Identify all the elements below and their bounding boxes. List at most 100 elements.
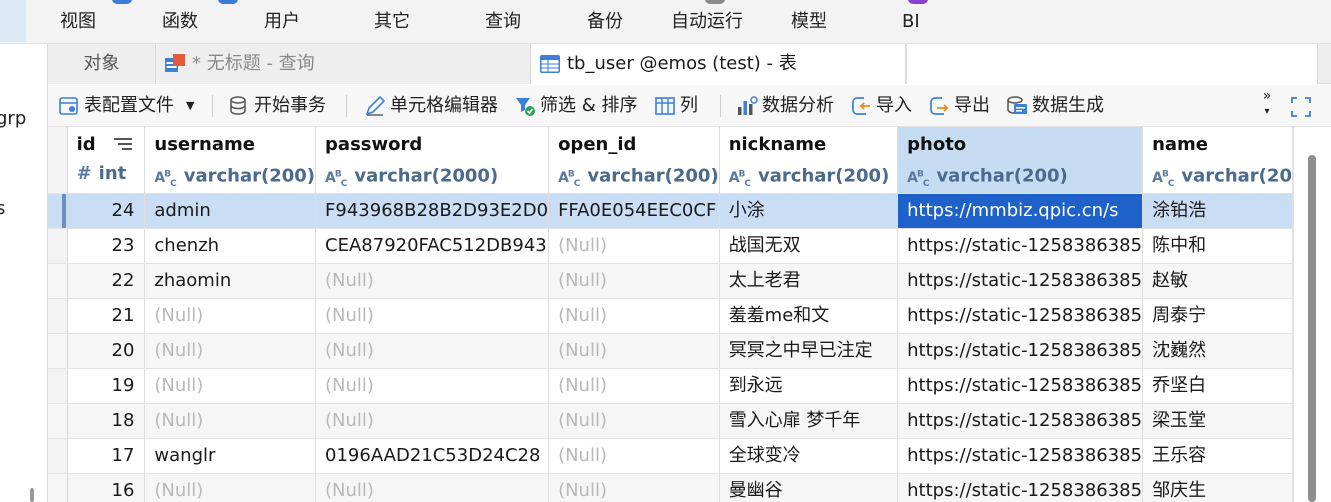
cell-nickname[interactable]: 小涂	[719, 193, 899, 229]
row-indicator[interactable]	[48, 298, 68, 334]
import-button[interactable]: 导入	[850, 91, 918, 121]
cell-nickname[interactable]: 到永远	[719, 368, 899, 404]
cell-username[interactable]: admin	[144, 193, 317, 229]
menu-functions[interactable]: 函数	[162, 8, 198, 36]
menu-backup[interactable]: 备份	[587, 8, 623, 36]
cell-password[interactable]: (Null)	[315, 368, 550, 404]
cell-password[interactable]: (Null)	[315, 403, 550, 439]
cell-nickname[interactable]: 冥冥之中早已注定	[719, 333, 899, 369]
cell-photo[interactable]: https://mmbiz.qpic.cn/s	[897, 193, 1144, 229]
navigator-item-fragment[interactable]: s	[0, 198, 5, 219]
toolbar-overflow-arrows[interactable]: » ▾	[1258, 88, 1276, 124]
column-header-photo[interactable]: photo ABC varchar(200)	[897, 127, 1144, 194]
chevron-down-icon[interactable]: ▾	[1258, 104, 1276, 120]
cell-open-id[interactable]: (Null)	[548, 368, 720, 404]
menu-users[interactable]: 用户	[264, 8, 300, 36]
cell-photo[interactable]: https://static-1258386385	[897, 403, 1144, 439]
menu-query[interactable]: 查询	[485, 8, 521, 36]
table-row[interactable]: 20 (Null) (Null) (Null) 冥冥之中早已注定 https://stat…	[48, 333, 1293, 369]
cell-id[interactable]: 21	[67, 298, 146, 334]
cell-photo[interactable]: https://static-1258386385	[897, 368, 1144, 404]
chevron-down-icon[interactable]: ▼	[186, 91, 194, 121]
cell-nickname[interactable]: 战国无双	[719, 228, 899, 264]
row-indicator[interactable]	[48, 193, 68, 229]
row-indicator[interactable]	[48, 368, 68, 404]
cell-editor-button[interactable]: 单元格编辑器	[364, 91, 504, 121]
cell-nickname[interactable]: 全球变冷	[719, 438, 899, 474]
menu-bi[interactable]: BI	[902, 8, 920, 36]
column-header-username[interactable]: username ABC varchar(200)	[144, 127, 317, 194]
expand-icon[interactable]	[1290, 96, 1312, 118]
cell-photo[interactable]: https://static-1258386385	[897, 298, 1144, 334]
cell-password[interactable]: (Null)	[315, 298, 550, 334]
cell-open-id[interactable]: (Null)	[548, 403, 720, 439]
column-header-id[interactable]: id # int	[67, 127, 146, 194]
cell-name[interactable]: 周泰宁	[1142, 298, 1293, 334]
filter-sort-button[interactable]: 筛选 & 排序	[514, 91, 642, 121]
cell-username[interactable]: (Null)	[144, 333, 317, 369]
cell-nickname[interactable]: 曼幽谷	[719, 473, 899, 502]
cell-username[interactable]: (Null)	[144, 403, 317, 439]
begin-transaction-button[interactable]: 开始事务	[228, 91, 332, 121]
cell-name[interactable]: 陈中和	[1142, 228, 1293, 264]
cell-open-id[interactable]: (Null)	[548, 263, 720, 299]
table-config-button[interactable]: 表配置文件 ▼	[58, 91, 198, 121]
sort-icon[interactable]	[114, 137, 133, 151]
cell-nickname[interactable]: 太上老君	[719, 263, 899, 299]
menu-others[interactable]: 其它	[374, 8, 410, 36]
cell-password[interactable]: F943968B28B2D93E2D0	[315, 193, 550, 229]
cell-id[interactable]: 17	[67, 438, 146, 474]
cell-name[interactable]: 邹庆生	[1142, 473, 1293, 502]
cell-photo[interactable]: https://static-1258386385	[897, 473, 1144, 502]
cell-name[interactable]: 乔坚白	[1142, 368, 1293, 404]
tab-table[interactable]: tb_user @emos (test) - 表	[531, 44, 906, 84]
cell-password[interactable]: (Null)	[315, 473, 550, 502]
cell-open-id[interactable]: (Null)	[548, 333, 720, 369]
cell-name[interactable]: 王乐容	[1142, 438, 1293, 474]
navigator-scrollbar[interactable]	[30, 488, 34, 502]
row-indicator[interactable]	[48, 473, 68, 502]
chevron-up-icon[interactable]: »	[1258, 88, 1276, 104]
columns-button[interactable]: 列	[654, 91, 706, 121]
cell-name[interactable]: 梁玉堂	[1142, 403, 1293, 439]
cell-password[interactable]: CEA87920FAC512DB943	[315, 228, 550, 264]
data-analysis-button[interactable]: 数据分析	[736, 91, 840, 121]
table-row[interactable]: 17 wanglr 0196AAD21C53D24C28 (Null) 全球变冷 http…	[48, 438, 1293, 474]
menu-automation[interactable]: 自动运行	[671, 8, 743, 36]
cell-name[interactable]: 赵敏	[1142, 263, 1293, 299]
cell-photo[interactable]: https://static-1258386385	[897, 333, 1144, 369]
cell-photo[interactable]: https://static-1258386385	[897, 263, 1144, 299]
cell-open-id[interactable]: (Null)	[548, 298, 720, 334]
cell-password[interactable]: (Null)	[315, 333, 550, 369]
cell-password[interactable]: (Null)	[315, 263, 550, 299]
cell-id[interactable]: 19	[67, 368, 146, 404]
cell-username[interactable]: (Null)	[144, 368, 317, 404]
table-row[interactable]: 21 (Null) (Null) (Null) 羞羞me和文 https://static…	[48, 298, 1293, 334]
cell-id[interactable]: 22	[67, 263, 146, 299]
row-indicator[interactable]	[48, 228, 68, 264]
column-header-password[interactable]: password ABC varchar(2000)	[315, 127, 550, 194]
cell-password[interactable]: 0196AAD21C53D24C28	[315, 438, 550, 474]
cell-username[interactable]: zhaomin	[144, 263, 317, 299]
cell-username[interactable]: wanglr	[144, 438, 317, 474]
row-indicator[interactable]	[48, 438, 68, 474]
cell-id[interactable]: 20	[67, 333, 146, 369]
cell-username[interactable]: chenzh	[144, 228, 317, 264]
tab-query[interactable]: * 无标题 - 查询	[156, 44, 531, 84]
cell-name[interactable]: 涂铂浩	[1142, 193, 1293, 229]
cell-photo[interactable]: https://static-1258386385	[897, 438, 1144, 474]
cell-nickname[interactable]: 雪入心扉 梦千年	[719, 403, 899, 439]
table-row[interactable]: 22 zhaomin (Null) (Null) 太上老君 https://static-…	[48, 263, 1293, 299]
cell-username[interactable]: (Null)	[144, 298, 317, 334]
scrollbar-thumb[interactable]	[1308, 155, 1316, 502]
cell-id[interactable]: 23	[67, 228, 146, 264]
export-button[interactable]: 导出	[928, 91, 996, 121]
data-generation-button[interactable]: 数据生成	[1006, 91, 1110, 121]
column-header-nickname[interactable]: nickname ABC varchar(200)	[719, 127, 899, 194]
column-header-open-id[interactable]: open_id ABC varchar(200)	[548, 127, 720, 194]
vertical-scrollbar[interactable]	[1293, 127, 1331, 502]
table-row[interactable]: 18 (Null) (Null) (Null) 雪入心扉 梦千年 https://stat…	[48, 403, 1293, 439]
cell-nickname[interactable]: 羞羞me和文	[719, 298, 899, 334]
cell-open-id[interactable]: (Null)	[548, 473, 720, 502]
row-indicator[interactable]	[48, 403, 68, 439]
